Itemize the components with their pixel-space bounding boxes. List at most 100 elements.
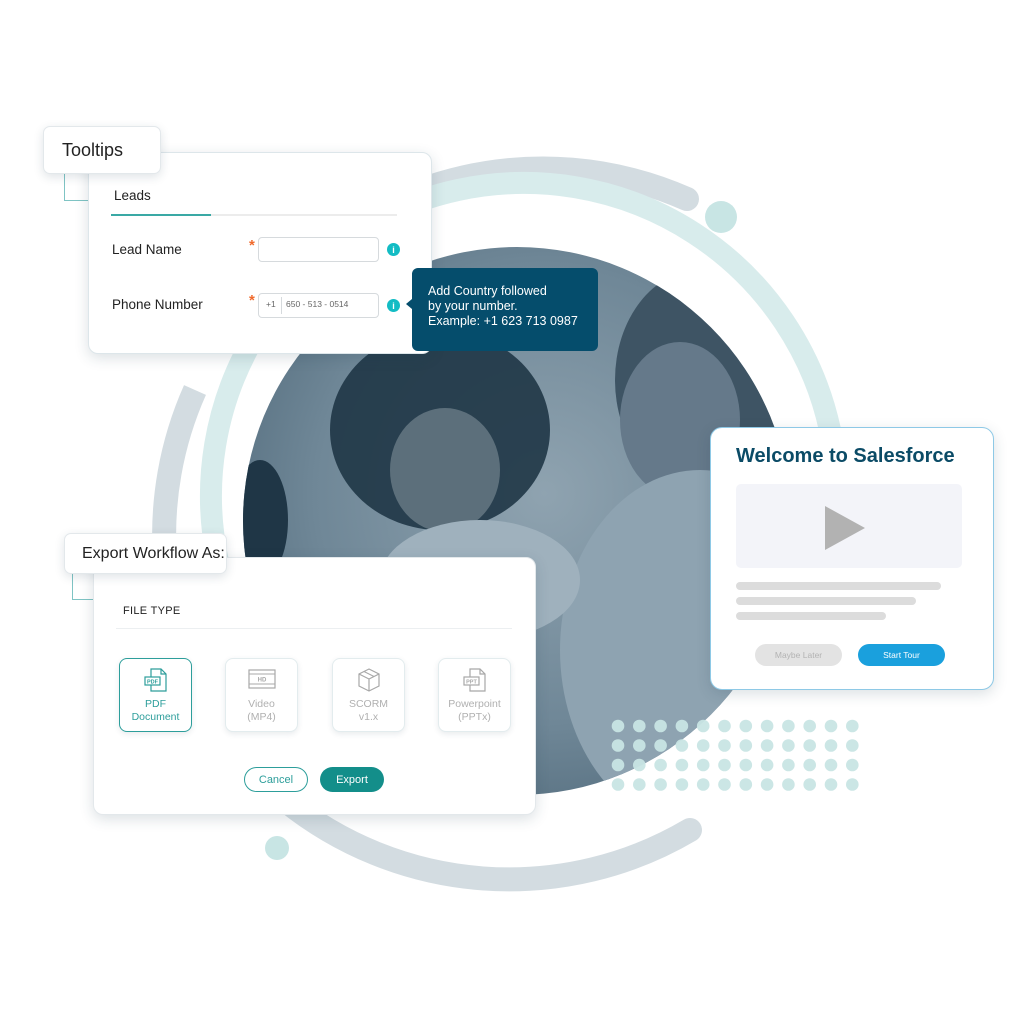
grid-dot — [782, 739, 795, 752]
tile-label-line2: (MP4) — [247, 711, 276, 723]
grid-dot — [675, 778, 689, 791]
grid-dot — [696, 758, 710, 772]
grid-dot — [803, 719, 816, 733]
svg-text:PDF: PDF — [147, 680, 159, 686]
lead-name-label: Lead Name — [112, 242, 182, 257]
phone-number-label: Phone Number — [112, 297, 203, 312]
info-icon[interactable]: i — [387, 299, 400, 312]
grid-dot — [718, 758, 731, 772]
grid-dot — [718, 778, 731, 791]
export-chip: Export Workflow As: — [64, 533, 227, 574]
grid-dot — [846, 719, 859, 733]
pdf-file-icon: PDF — [143, 668, 167, 692]
grid-dot — [611, 758, 625, 772]
tooltips-chip: Tooltips — [43, 126, 161, 174]
grid-dot — [696, 739, 710, 752]
grid-dot — [739, 758, 753, 772]
text-skeleton-line — [736, 597, 916, 605]
decor-dot — [265, 836, 289, 860]
file-type-video[interactable]: HD Video (MP4) — [225, 658, 298, 732]
tab-leads[interactable]: Leads — [114, 188, 151, 203]
grid-dot — [739, 739, 753, 752]
grid-dot — [846, 778, 859, 791]
ppt-file-icon: PPT — [462, 668, 486, 692]
lead-name-input[interactable] — [258, 237, 379, 262]
grid-dot — [760, 719, 774, 733]
grid-dot — [696, 778, 710, 791]
grid-dot — [675, 719, 689, 733]
file-type-scorm[interactable]: SCORM v1.x — [332, 658, 405, 732]
grid-dot — [803, 758, 816, 772]
leads-form-card: Leads Lead Name * i Phone Number * +1 65… — [88, 152, 432, 354]
tooltip-line: Example: +1 623 713 0987 — [428, 314, 578, 328]
grid-dot — [654, 739, 667, 752]
file-type-label: FILE TYPE — [123, 605, 181, 617]
grid-dot — [611, 719, 625, 733]
grid-dot — [782, 719, 795, 733]
grid-dot — [654, 719, 667, 733]
grid-dot — [846, 739, 859, 752]
grid-dot — [675, 739, 689, 752]
tile-label-line2: Document — [131, 711, 180, 723]
play-icon[interactable] — [825, 506, 865, 550]
decor-dot — [705, 201, 737, 233]
tab-active-indicator — [111, 214, 211, 216]
phone-number-input[interactable]: +1 650 - 513 - 0514 — [258, 293, 379, 318]
phone-number-value: 650 - 513 - 0514 — [286, 299, 349, 309]
file-type-pdf[interactable]: PDF PDF Document — [119, 658, 192, 732]
grid-dot — [803, 739, 816, 752]
grid-dot — [782, 758, 795, 772]
export-chip-label: Export Workflow As: — [82, 544, 225, 562]
grid-dot — [654, 758, 667, 772]
grid-dot — [760, 758, 774, 772]
country-code-divider — [281, 297, 282, 314]
export-workflow-card: FILE TYPE PDF PDF Document HD Video (MP4… — [93, 557, 536, 815]
cancel-button[interactable]: Cancel — [244, 767, 308, 792]
grid-dot — [611, 778, 625, 791]
grid-dot — [782, 778, 795, 791]
package-box-icon — [357, 668, 380, 692]
maybe-later-button[interactable]: Maybe Later — [755, 644, 842, 666]
grid-dot — [824, 758, 838, 772]
info-icon[interactable]: i — [387, 243, 400, 256]
grid-dot — [718, 739, 731, 752]
required-asterisk: * — [249, 237, 255, 254]
grid-dot — [760, 778, 774, 791]
text-skeleton-line — [736, 612, 886, 620]
tile-label-line1: SCORM — [348, 698, 389, 710]
grid-dot — [654, 778, 667, 791]
section-divider — [116, 628, 512, 629]
grid-dot — [803, 778, 816, 791]
tile-label-line2: v1.x — [358, 711, 379, 723]
grid-dot — [633, 719, 646, 733]
text-skeleton-line — [736, 582, 941, 590]
grid-dot — [633, 739, 646, 752]
grid-dot — [696, 719, 710, 733]
start-tour-button[interactable]: Start Tour — [858, 644, 945, 666]
tile-label-line1: PDF — [145, 698, 166, 710]
svg-text:PPT: PPT — [466, 680, 477, 686]
welcome-title: Welcome to Salesforce — [736, 445, 955, 467]
welcome-modal: Welcome to Salesforce Maybe Later Start … — [710, 427, 994, 690]
country-code: +1 — [266, 299, 276, 309]
grid-dot — [718, 719, 731, 733]
grid-dot — [824, 739, 838, 752]
tile-label-line2: (PPTx) — [458, 711, 491, 723]
tile-label-line1: Video — [248, 698, 275, 710]
grid-dot — [675, 758, 689, 772]
hd-video-icon: HD — [247, 669, 276, 689]
grid-dot — [611, 739, 625, 752]
grid-dot — [633, 778, 646, 791]
export-button[interactable]: Export — [320, 767, 384, 792]
file-type-powerpoint[interactable]: PPT Powerpoint (PPTx) — [438, 658, 511, 732]
tooltip-line: Add Country followed — [428, 284, 547, 298]
grid-dot — [824, 719, 838, 733]
svg-text:HD: HD — [257, 678, 266, 684]
tile-label-line1: Powerpoint — [448, 698, 501, 710]
video-placeholder[interactable] — [736, 484, 962, 568]
required-asterisk: * — [249, 292, 255, 309]
phone-tooltip: Add Country followed by your number. Exa… — [406, 268, 598, 351]
grid-dot — [633, 758, 646, 772]
tooltips-chip-label: Tooltips — [62, 139, 124, 160]
grid-dot — [846, 758, 859, 772]
